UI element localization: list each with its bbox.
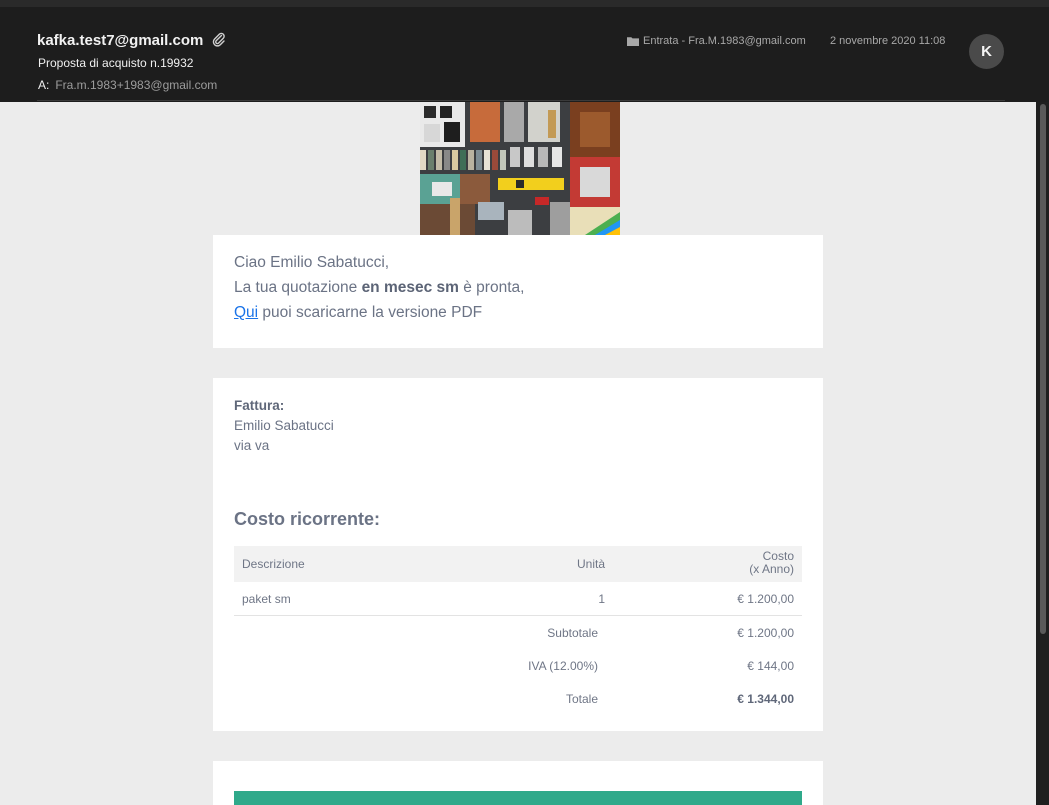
email-subject: Proposta di acquisto n.19932 (38, 56, 194, 70)
paperclip-icon[interactable] (212, 32, 226, 48)
pdf-download-line: Qui puoi scaricarne la versione PDF (234, 304, 482, 322)
recipient-row: A: Fra.m.1983+1983@gmail.com (38, 78, 217, 92)
window-top-strip (0, 0, 1049, 7)
quotation-plan-name: en mesec sm (361, 279, 459, 296)
invoice-card: Fattura: Emilio Sabatucci via va Costo r… (213, 378, 823, 731)
scrollbar-thumb[interactable] (1040, 104, 1046, 634)
row-unit: 1 (598, 592, 605, 606)
mailbox-folder[interactable]: Entrata - Fra.M.1983@gmail.com (627, 35, 806, 47)
sender-avatar[interactable]: K (969, 34, 1004, 69)
action-card: Accetta & Paga (213, 761, 823, 805)
col-cost-line2: (x Anno) (749, 562, 794, 576)
col-unit: Unità (576, 557, 605, 571)
row-divider (234, 615, 802, 616)
hero-tools-image (420, 102, 620, 235)
quotation-suffix: è pronta, (458, 279, 525, 296)
email-date: 2 novembre 2020 11:08 (830, 35, 946, 47)
header-divider (37, 100, 1005, 101)
quotation-ready-line: La tua quotazione en mesec sm è pronta, (234, 279, 524, 297)
recipient-label: A: (38, 78, 50, 92)
folder-icon (627, 37, 639, 46)
recipient-address[interactable]: Fra.m.1983+1983@gmail.com (55, 78, 217, 92)
greeting-card: Ciao Emilio Sabatucci, La tua quotazione… (213, 235, 823, 348)
vat-label: IVA (12.00%) (528, 659, 598, 673)
email-body: Ciao Emilio Sabatucci, La tua quotazione… (0, 102, 1036, 805)
subtotal-label: Subtotale (547, 626, 598, 640)
sender-address[interactable]: kafka.test7@gmail.com (37, 32, 203, 49)
total-label: Totale (565, 692, 598, 706)
recurring-cost-title: Costo ricorrente: (234, 509, 381, 529)
row-cost: € 1.200,00 (737, 592, 794, 606)
col-cost: Costo (x Anno) (694, 550, 794, 576)
quotation-prefix: La tua quotazione (234, 279, 362, 296)
folder-label: Entrata - Fra.M.1983@gmail.com (643, 35, 806, 47)
email-header: kafka.test7@gmail.com Proposta di acquis… (0, 7, 1049, 102)
pdf-download-text: puoi scaricarne la versione PDF (258, 304, 483, 321)
total-value: € 1.344,00 (737, 692, 794, 706)
subtotal-value: € 1.200,00 (737, 626, 794, 640)
accept-pay-button[interactable]: Accetta & Paga (234, 791, 802, 805)
greeting-line: Ciao Emilio Sabatucci, (234, 254, 390, 271)
row-description: paket sm (242, 592, 291, 606)
pdf-download-link[interactable]: Qui (234, 304, 258, 321)
col-description: Descrizione (242, 557, 305, 571)
billing-address: via va (234, 438, 270, 453)
vat-value: € 144,00 (747, 659, 794, 673)
billing-name: Emilio Sabatucci (234, 418, 334, 433)
billing-label: Fattura: (234, 398, 285, 413)
